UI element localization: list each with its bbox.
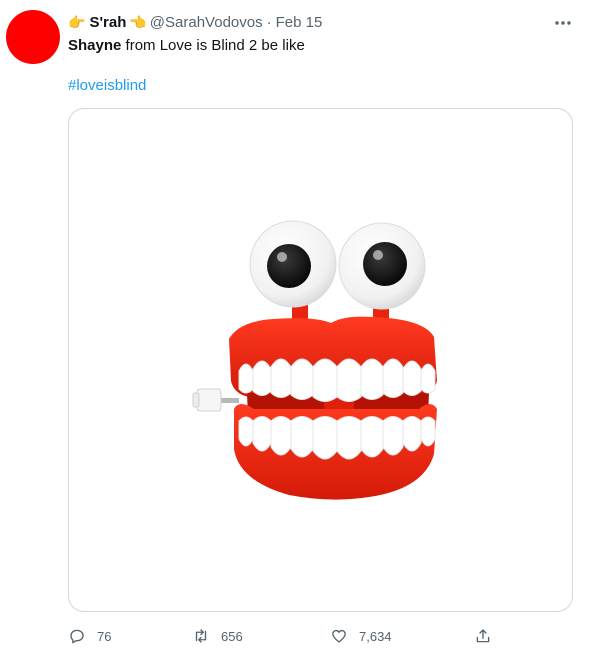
header-separator: · — [266, 13, 272, 31]
reply-button[interactable]: 76 — [68, 624, 111, 648]
pointing-right-emoji: 👉 — [68, 14, 86, 30]
user-handle[interactable]: @SarahVodovos — [150, 14, 263, 31]
tweet-media-image[interactable] — [68, 108, 573, 612]
tweet-header: 👉 S'rah 👈 @SarahVodovos · Feb 15 — [68, 12, 322, 32]
wind-up-key — [192, 388, 239, 412]
like-count: 7,634 — [359, 628, 392, 644]
retweet-icon — [195, 629, 207, 643]
left-eye — [249, 220, 337, 308]
right-eye — [338, 222, 426, 310]
tweet-text: Shayne from Love is Blind 2 be like — [68, 36, 305, 56]
retweet-count: 656 — [221, 628, 243, 644]
tweet-text-rest: from Love is Blind 2 be like — [121, 37, 305, 54]
chattering-teeth-illustration — [192, 220, 437, 500]
share-icon — [476, 629, 490, 643]
pointing-left-emoji: 👈 — [129, 14, 147, 30]
display-name[interactable]: S'rah — [89, 14, 126, 31]
avatar[interactable] — [6, 10, 60, 64]
reply-count: 76 — [97, 628, 112, 644]
heart-icon — [332, 629, 346, 643]
retweet-button[interactable]: 656 — [192, 624, 243, 648]
tweet-actions-bar: 76 656 7,634 — [68, 624, 573, 648]
reply-icon — [70, 629, 84, 644]
tweet-date[interactable]: Feb 15 — [276, 14, 323, 31]
tweet-text-bold: Shayne — [68, 37, 122, 54]
hashtag-link[interactable]: #loveisblind — [68, 76, 146, 96]
like-button[interactable]: 7,634 — [330, 624, 392, 648]
more-dots-icon — [555, 21, 571, 25]
more-options-button[interactable] — [549, 12, 577, 34]
share-button[interactable] — [474, 624, 492, 648]
